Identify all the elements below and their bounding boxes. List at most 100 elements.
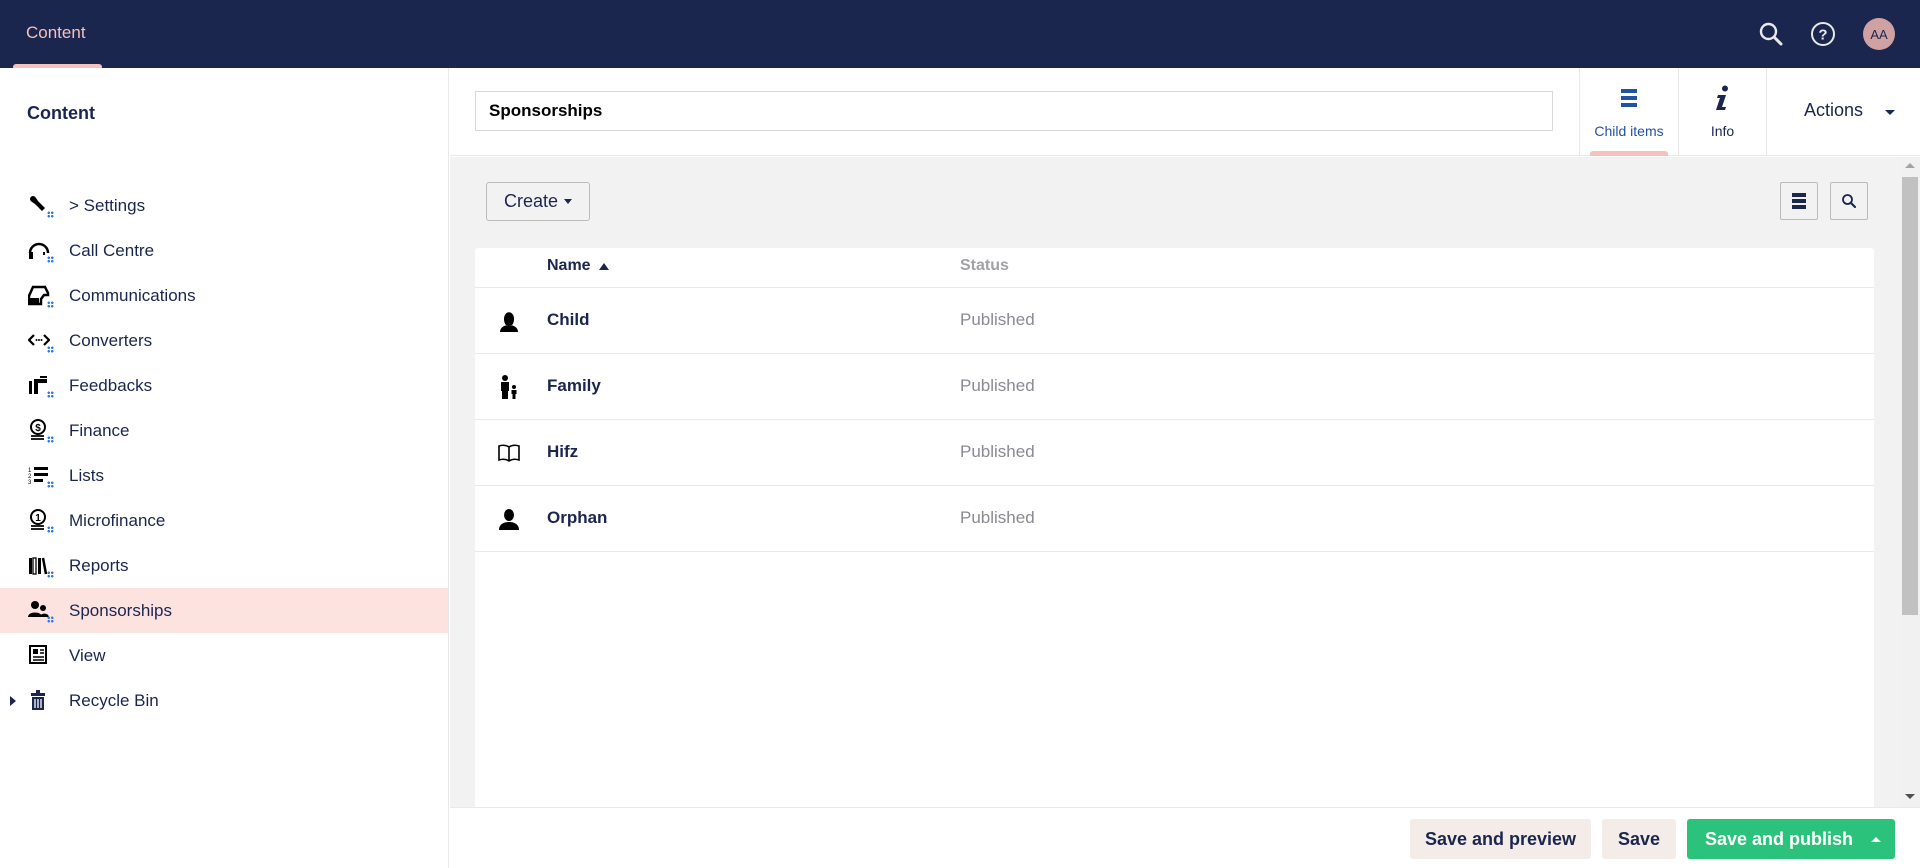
- tree-item-communications[interactable]: Communications: [0, 273, 448, 318]
- headset-icon: [28, 239, 54, 263]
- tree-item-label: Lists: [69, 465, 104, 485]
- actions-dropdown[interactable]: Actions: [1766, 68, 1920, 156]
- tree-item-label: Communications: [69, 285, 196, 305]
- child-icon: [496, 308, 522, 334]
- tree-item-label: Reports: [69, 555, 129, 575]
- books-icon: [28, 554, 54, 578]
- search-icon[interactable]: [1757, 20, 1785, 48]
- code-icon: [27, 329, 54, 353]
- sort-ascending-icon: [598, 262, 609, 270]
- list-layout-button[interactable]: [1780, 182, 1818, 220]
- tab-info[interactable]: Info: [1678, 68, 1766, 156]
- table-row[interactable]: Orphan Published: [475, 486, 1874, 552]
- row-status: Published: [960, 310, 1035, 329]
- svg-text:1: 1: [35, 513, 41, 524]
- megaphone-icon: [28, 374, 54, 398]
- tree-item-label: Call Centre: [69, 240, 155, 260]
- column-header-name[interactable]: Name: [547, 257, 609, 275]
- caret-down-icon: [564, 199, 573, 204]
- sidebar-title: Content: [27, 103, 95, 123]
- tree-item-label: > Settings: [69, 195, 146, 215]
- search-list-button[interactable]: [1830, 182, 1868, 220]
- save-button[interactable]: Save: [1602, 819, 1676, 859]
- tab-label: Child items: [1594, 123, 1664, 139]
- save-and-publish-button[interactable]: Save and publish: [1687, 819, 1895, 859]
- tree-item-lists[interactable]: 123 Lists: [0, 453, 448, 498]
- tab-label: Info: [1710, 123, 1735, 139]
- editor-footer: Save and preview Save Save and publish: [450, 807, 1920, 868]
- list-layout-icon: [1792, 193, 1806, 209]
- expand-caret-icon[interactable]: [10, 695, 16, 706]
- wrench-icon: [28, 194, 54, 218]
- tree-item-recycle-bin[interactable]: Recycle Bin: [0, 678, 448, 723]
- tree-item-settings[interactable]: > Settings: [0, 183, 448, 228]
- user-avatar[interactable]: AA: [1863, 18, 1895, 50]
- editor-header: Child items Info Actions: [450, 68, 1920, 156]
- user-icon: [496, 506, 522, 532]
- caret-down-icon: [1885, 110, 1895, 115]
- tree-item-converters[interactable]: Converters: [0, 318, 448, 363]
- tree-item-microfinance[interactable]: 1 Microfinance: [0, 498, 448, 543]
- tree-item-finance[interactable]: $ Finance: [0, 408, 448, 453]
- actions-label: Actions: [1804, 100, 1864, 120]
- row-name[interactable]: Orphan: [547, 508, 607, 528]
- search-icon: [1842, 194, 1857, 209]
- child-items-table: Name Status Child Published Family Publi…: [475, 248, 1874, 807]
- scroll-up-arrow-icon[interactable]: [1905, 163, 1915, 168]
- tree-item-label: Feedbacks: [69, 375, 153, 395]
- tree-item-view[interactable]: View: [0, 633, 448, 678]
- tree-item-label: Finance: [69, 420, 130, 440]
- book-icon: [496, 440, 522, 466]
- row-status: Published: [960, 508, 1035, 527]
- column-label: Name: [547, 257, 591, 274]
- tree-item-feedbacks[interactable]: Feedbacks: [0, 363, 448, 408]
- active-tab-indicator: [1590, 151, 1668, 156]
- tree-item-label: Sponsorships: [69, 600, 173, 620]
- row-status: Published: [960, 376, 1035, 395]
- newspaper-icon: [28, 644, 54, 668]
- coin-stack-icon: 1: [28, 508, 54, 533]
- top-bar: Content ? AA: [0, 0, 1920, 68]
- sidebar: Content > Settings Call Centre Communica…: [0, 68, 449, 868]
- tab-child-items[interactable]: Child items: [1579, 68, 1678, 156]
- create-label: Create: [503, 191, 559, 211]
- node-name-input[interactable]: [475, 91, 1553, 131]
- section-tab-content[interactable]: Content: [13, 0, 102, 68]
- tree-item-label: Microfinance: [69, 510, 166, 530]
- info-icon: [1716, 85, 1728, 110]
- scroll-down-arrow-icon[interactable]: [1905, 794, 1915, 799]
- save-and-publish-label: Save and publish: [1705, 828, 1854, 849]
- main-scrollbar[interactable]: [1900, 157, 1920, 807]
- row-name[interactable]: Child: [547, 310, 590, 330]
- tree-item-sponsorships[interactable]: Sponsorships: [0, 588, 448, 633]
- caret-up-icon: [1871, 836, 1881, 842]
- numbered-list-icon: 123: [28, 464, 54, 488]
- column-header-status[interactable]: Status: [960, 257, 1009, 275]
- inbox-icon: [27, 284, 54, 308]
- svg-text:$: $: [35, 423, 41, 434]
- create-button[interactable]: Create: [486, 182, 590, 221]
- family-icon: [496, 374, 522, 400]
- section-tab-label: Content: [26, 23, 86, 42]
- save-and-preview-button[interactable]: Save and preview: [1410, 819, 1591, 859]
- table-row[interactable]: Child Published: [475, 288, 1874, 354]
- tree-item-call-centre[interactable]: Call Centre: [0, 228, 448, 273]
- row-name[interactable]: Family: [547, 376, 601, 396]
- tree-item-reports[interactable]: Reports: [0, 543, 448, 588]
- users-icon: [28, 599, 54, 623]
- table-row[interactable]: Family Published: [475, 354, 1874, 420]
- tree-item-label: View: [69, 645, 106, 665]
- list-icon: [1621, 89, 1637, 107]
- list-view: Create Name Status Child Published Famil…: [450, 157, 1900, 807]
- row-status: Published: [960, 442, 1035, 461]
- content-tree: > Settings Call Centre Communications Co…: [0, 183, 448, 723]
- row-name[interactable]: Hifz: [547, 442, 578, 462]
- table-row[interactable]: Hifz Published: [475, 420, 1874, 486]
- help-icon[interactable]: ?: [1809, 20, 1837, 48]
- tree-item-label: Recycle Bin: [69, 690, 159, 710]
- trash-icon: [28, 689, 54, 713]
- scrollbar-thumb[interactable]: [1902, 177, 1918, 615]
- table-header: Name Status: [475, 248, 1874, 288]
- coins-icon: $: [28, 418, 54, 443]
- publish-options-toggle[interactable]: [1857, 819, 1895, 859]
